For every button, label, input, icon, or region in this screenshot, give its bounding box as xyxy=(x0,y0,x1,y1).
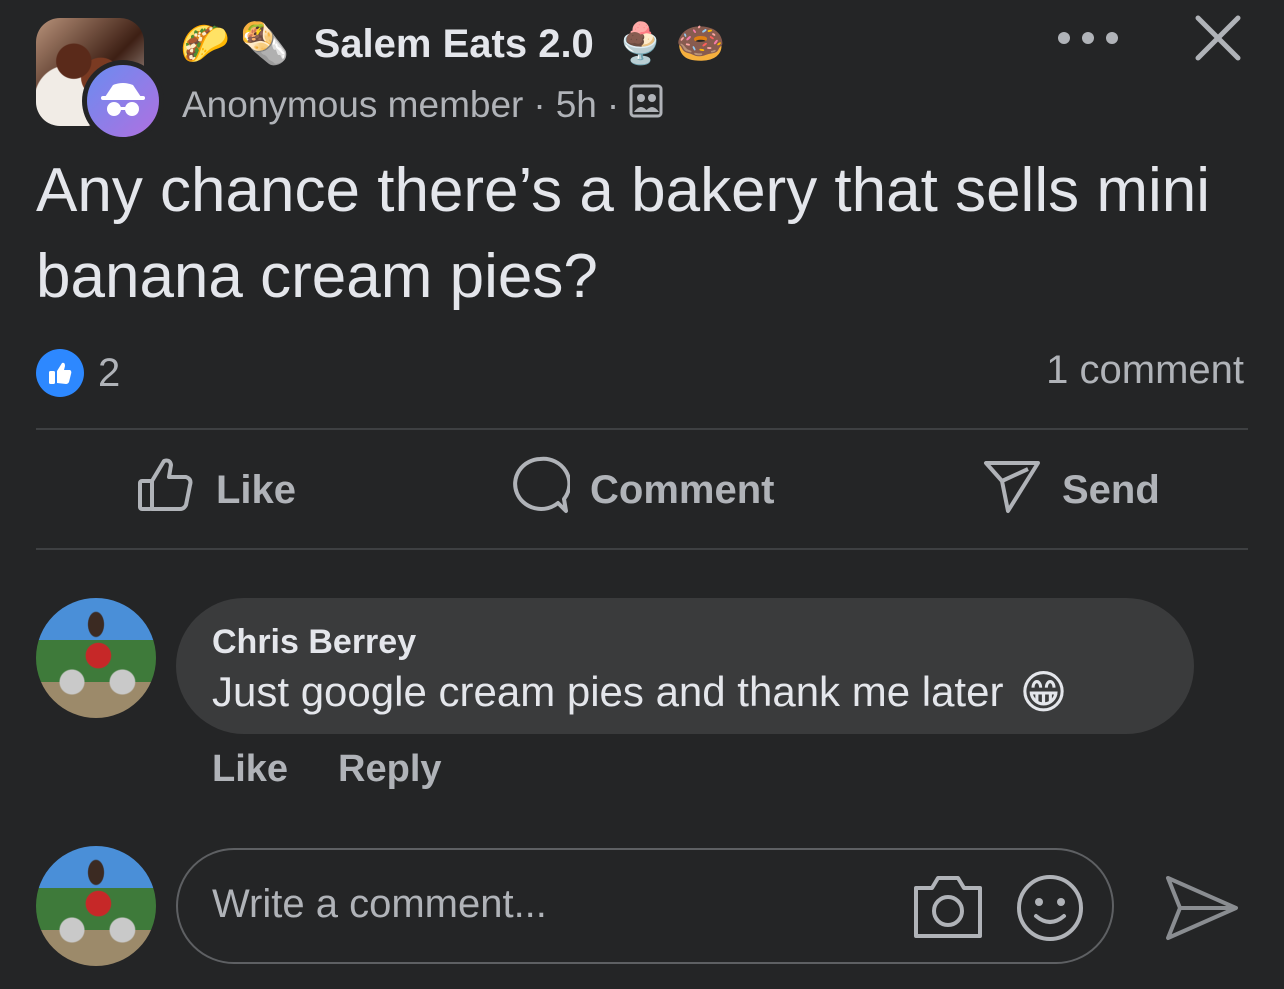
post-meta: Anonymous member · 5h · xyxy=(182,80,663,130)
like-reaction-icon xyxy=(36,349,84,397)
comment-like-button[interactable]: Like xyxy=(212,748,288,791)
post-text: Any chance there’s a bakery that sells m… xyxy=(36,156,1211,311)
send-label: Send xyxy=(1062,467,1160,512)
comment-input-placeholder[interactable]: Write a comment... xyxy=(212,882,547,927)
comment-label: Comment xyxy=(590,467,775,512)
comment-text-row: Just google cream pies and thank me late… xyxy=(212,664,1158,720)
thumbs-up-icon xyxy=(136,455,196,525)
commenter-avatar[interactable] xyxy=(36,598,156,718)
emoji-icon[interactable] xyxy=(1014,872,1086,949)
send-button[interactable]: Send xyxy=(982,458,1160,522)
dot xyxy=(1106,32,1118,44)
reactions-summary[interactable]: 2 xyxy=(36,346,120,400)
author-name[interactable]: Anonymous member xyxy=(182,84,523,126)
taco-emoji: 🌮 xyxy=(180,21,230,67)
comment-bubble: Chris Berrey Just google cream pies and … xyxy=(176,598,1194,734)
more-options-icon[interactable] xyxy=(1058,18,1118,58)
camera-icon[interactable] xyxy=(910,870,986,947)
current-user-avatar[interactable] xyxy=(36,846,156,966)
dot xyxy=(1082,32,1094,44)
donut-emoji: 🍩 xyxy=(675,21,726,67)
comment-reply-button[interactable]: Reply xyxy=(338,748,441,791)
group-name[interactable]: Salem Eats 2.0 xyxy=(314,22,594,67)
meta-separator: · xyxy=(533,84,546,125)
close-icon[interactable] xyxy=(1190,10,1246,66)
like-label: Like xyxy=(216,467,297,512)
divider xyxy=(36,428,1248,430)
comment-actions: Like Reply xyxy=(212,748,442,791)
send-comment-icon[interactable] xyxy=(1162,872,1240,949)
burrito-emoji: 🌯 xyxy=(239,21,290,67)
reaction-count: 2 xyxy=(98,350,121,395)
meta-separator: · xyxy=(606,84,620,125)
commenter-name[interactable]: Chris Berrey xyxy=(212,620,1158,664)
send-icon xyxy=(982,455,1042,525)
like-button[interactable]: Like xyxy=(136,458,296,522)
post-time[interactable]: 5h xyxy=(556,84,597,126)
comment-bubble-icon xyxy=(510,455,572,525)
dot xyxy=(1058,32,1070,44)
group-title-row: 🌮 🌯 Salem Eats 2.0 🍨 🍩 xyxy=(180,14,725,74)
ice-cream-emoji: 🍨 xyxy=(615,21,666,67)
comment-text: Just google cream pies and thank me late… xyxy=(212,668,1004,715)
comment-button[interactable]: Comment xyxy=(510,455,775,525)
divider xyxy=(36,548,1248,550)
anonymous-avatar-icon xyxy=(82,60,164,142)
comment-count[interactable]: 1 comment xyxy=(1046,348,1244,393)
group-members-icon xyxy=(629,84,663,127)
grinning-face-emoji: 😁 xyxy=(1019,665,1068,719)
